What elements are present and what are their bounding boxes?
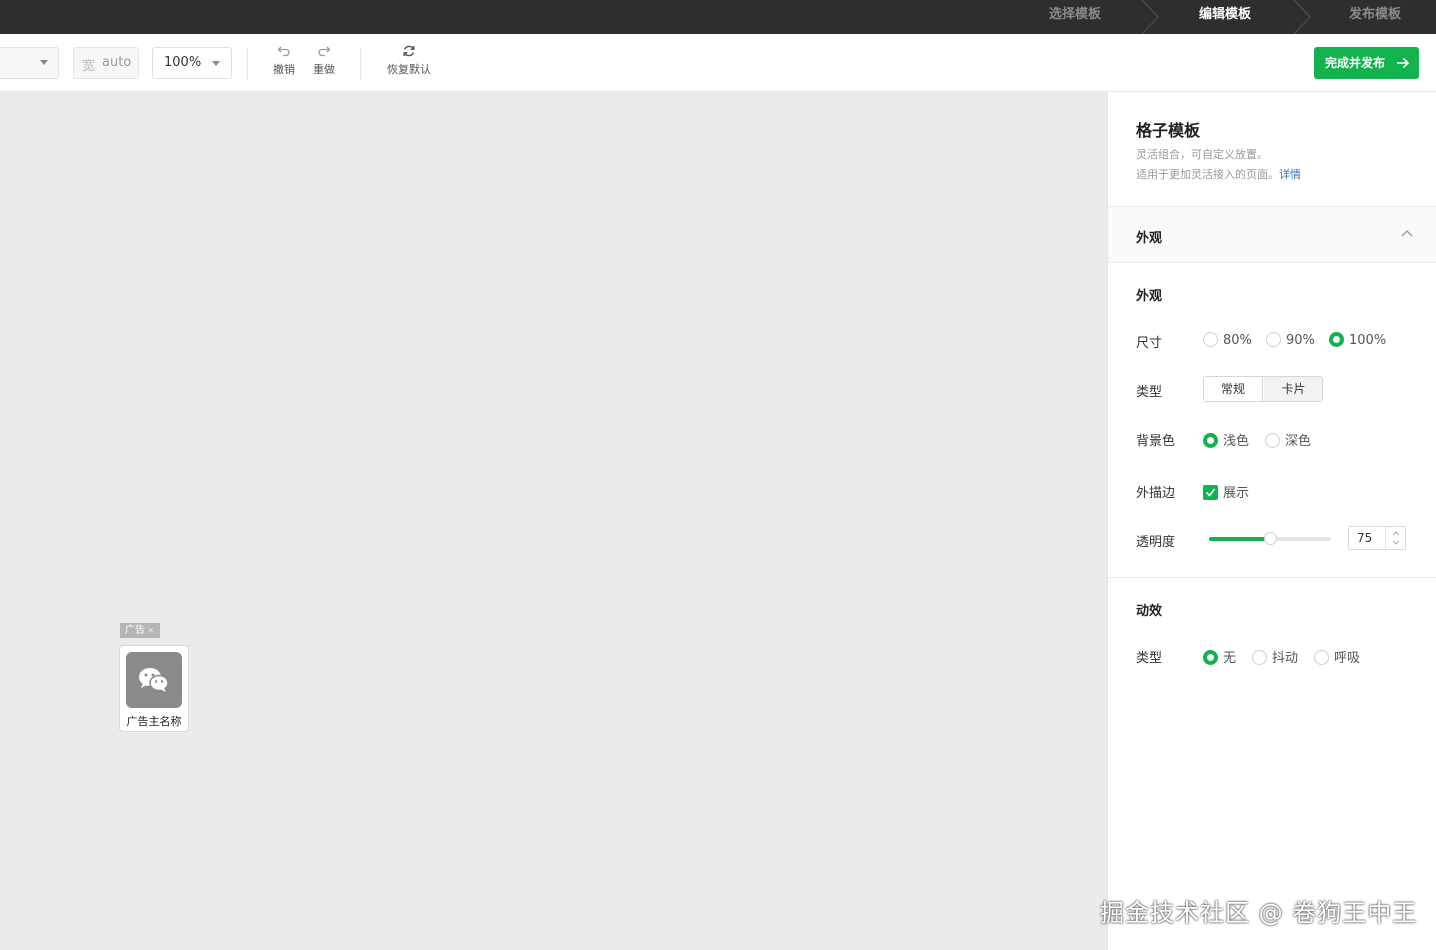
border-show-checkbox[interactable]: 展示 xyxy=(1203,482,1249,501)
border-label: 外描边 xyxy=(1136,486,1176,501)
size-radio-80[interactable]: 80% xyxy=(1203,332,1252,348)
radio-dot xyxy=(1203,332,1218,347)
type-option-normal[interactable]: 常规 xyxy=(1204,377,1263,401)
wechat-icon xyxy=(139,668,169,692)
step-select-template[interactable]: 选择模板 xyxy=(1000,0,1150,34)
panel-description: 灵活组合，可自定义放置。 xyxy=(1136,148,1268,161)
panel-description-2: 适用于更加灵活接入的页面。详情 xyxy=(1136,166,1301,182)
refresh-icon xyxy=(403,45,415,57)
editor-canvas[interactable]: 广告 × 广告主名称 xyxy=(0,92,1107,950)
arrow-right-icon xyxy=(1397,57,1410,69)
radio-dot xyxy=(1266,332,1281,347)
bg-radio-light[interactable]: 浅色 xyxy=(1203,430,1249,449)
watermark: 掘金技术社区 @ 卷狗王中王 xyxy=(1100,899,1418,927)
radio-dot xyxy=(1265,433,1280,448)
advertiser-name: 广告主名称 xyxy=(126,715,182,728)
divider xyxy=(247,49,248,79)
undo-button[interactable]: 撤销 xyxy=(270,44,298,77)
section-title: 外观 xyxy=(1136,231,1163,246)
zoom-select[interactable]: 100% xyxy=(152,47,232,79)
radio-label: 深色 xyxy=(1285,434,1312,449)
ad-tag: 广告 × xyxy=(120,623,160,638)
check-icon xyxy=(1205,488,1216,497)
type-option-card[interactable]: 卡片 xyxy=(1264,377,1322,401)
width-label: 宽 xyxy=(82,59,96,74)
ad-grid-card[interactable]: 广告主名称 xyxy=(119,645,189,732)
size-radio-100[interactable]: 100% xyxy=(1329,332,1386,348)
appearance-section-header[interactable]: 外观 xyxy=(1108,207,1436,262)
radio-dot xyxy=(1203,650,1218,665)
radio-dot xyxy=(1329,332,1344,347)
opacity-value: 75 xyxy=(1357,531,1373,545)
divider xyxy=(1108,577,1436,578)
size-label: 尺寸 xyxy=(1136,336,1163,351)
appearance-title: 外观 xyxy=(1136,289,1163,304)
chevron-up-icon xyxy=(1401,230,1413,237)
bg-radio-dark[interactable]: 深色 xyxy=(1265,430,1311,449)
divider xyxy=(360,49,361,79)
motion-radio-shake[interactable]: 抖动 xyxy=(1252,647,1298,666)
close-icon[interactable]: × xyxy=(147,626,155,636)
chevron-down-icon[interactable] xyxy=(1392,540,1400,546)
chevron-down-icon xyxy=(212,61,220,66)
panel-title: 格子模板 xyxy=(1136,121,1201,140)
radio-label: 浅色 xyxy=(1223,434,1250,449)
checkbox-box xyxy=(1203,485,1218,500)
step-edit-template[interactable]: 编辑模板 xyxy=(1150,0,1300,34)
undo-label: 撤销 xyxy=(273,63,295,76)
motion-radio-none[interactable]: 无 xyxy=(1203,647,1236,666)
redo-label: 重做 xyxy=(313,63,335,76)
type-label: 类型 xyxy=(1136,385,1163,400)
publish-button[interactable]: 完成并发布 xyxy=(1314,47,1419,79)
motion-title: 动效 xyxy=(1136,604,1163,619)
redo-button[interactable]: 重做 xyxy=(310,44,338,77)
toolbar: 宽 auto 100% 撤销 重做 恢复默认 完成并发布 xyxy=(0,34,1436,92)
reset-default-button[interactable]: 恢复默认 xyxy=(383,44,435,77)
opacity-label: 透明度 xyxy=(1136,535,1176,550)
details-link[interactable]: 详情 xyxy=(1279,168,1301,181)
width-input[interactable]: 宽 auto xyxy=(73,47,139,79)
radio-label: 呼吸 xyxy=(1334,651,1361,666)
ad-tag-label: 广告 xyxy=(125,625,145,636)
reset-default-label: 恢复默认 xyxy=(387,63,431,76)
width-value: auto xyxy=(102,55,132,70)
chevron-down-icon xyxy=(40,60,48,65)
settings-panel: 格子模板 灵活组合，可自定义放置。 适用于更加灵活接入的页面。详情 外观 外观 … xyxy=(1107,92,1436,950)
zoom-value: 100% xyxy=(164,55,202,70)
step-publish-template[interactable]: 发布模板 xyxy=(1300,0,1436,34)
divider xyxy=(1108,262,1436,263)
radio-label: 80% xyxy=(1223,333,1252,348)
opacity-number-input[interactable]: 75 xyxy=(1348,526,1406,550)
radio-dot xyxy=(1252,650,1267,665)
step-bar: 选择模板 编辑模板 发布模板 xyxy=(0,0,1436,34)
publish-label: 完成并发布 xyxy=(1325,56,1386,70)
radio-dot xyxy=(1203,433,1218,448)
device-select[interactable] xyxy=(0,47,59,79)
redo-icon xyxy=(318,46,331,57)
chevron-up-icon[interactable] xyxy=(1392,530,1400,536)
radio-dot xyxy=(1314,650,1329,665)
radio-label: 无 xyxy=(1223,651,1237,666)
radio-label: 抖动 xyxy=(1272,651,1299,666)
undo-icon xyxy=(277,46,290,57)
panel-description-text: 适用于更加灵活接入的页面。 xyxy=(1136,168,1279,181)
background-label: 背景色 xyxy=(1136,434,1176,449)
radio-label: 90% xyxy=(1286,333,1315,348)
radio-label: 100% xyxy=(1349,333,1387,348)
slider-handle[interactable] xyxy=(1264,532,1277,545)
advertiser-avatar xyxy=(126,652,182,708)
checkbox-label: 展示 xyxy=(1223,486,1250,501)
type-segmented-control: 常规 卡片 xyxy=(1203,376,1323,402)
motion-radio-breathe[interactable]: 呼吸 xyxy=(1314,647,1360,666)
slider-fill xyxy=(1209,537,1270,541)
opacity-slider[interactable] xyxy=(1209,532,1331,545)
number-stepper[interactable] xyxy=(1385,527,1405,549)
size-radio-90[interactable]: 90% xyxy=(1266,332,1315,348)
motion-type-label: 类型 xyxy=(1136,651,1163,666)
